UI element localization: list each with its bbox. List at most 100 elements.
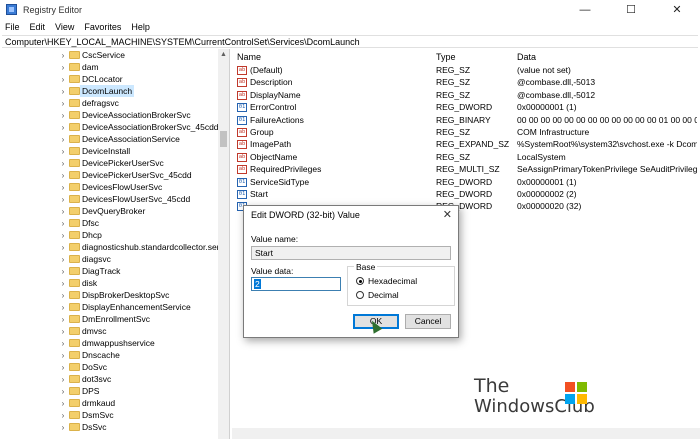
tree-item[interactable]: › DmEnrollmentSvc bbox=[0, 313, 218, 325]
chevron-right-icon[interactable]: › bbox=[59, 291, 67, 300]
chevron-right-icon[interactable]: › bbox=[59, 327, 67, 336]
close-button[interactable]: ✕ bbox=[654, 0, 700, 19]
chevron-right-icon[interactable]: › bbox=[59, 63, 67, 72]
chevron-right-icon[interactable]: › bbox=[59, 99, 67, 108]
value-row[interactable]: ab (Default) REG_SZ (value not set) bbox=[232, 64, 700, 76]
hexadecimal-radio[interactable] bbox=[356, 277, 364, 285]
tree-item[interactable]: › diagnosticshub.standardcollector.servic bbox=[0, 241, 229, 253]
tree-item[interactable]: › DeviceAssociationBrokerSvc_45cdd bbox=[0, 121, 219, 133]
tree-item[interactable]: › disk bbox=[0, 277, 218, 289]
chevron-right-icon[interactable]: › bbox=[59, 255, 67, 264]
tree-item[interactable]: › DeviceAssociationBrokerSvc bbox=[0, 109, 218, 121]
chevron-right-icon[interactable]: › bbox=[59, 171, 67, 180]
tree-item[interactable]: › drmkaud bbox=[0, 397, 218, 409]
tree-item[interactable]: › DevicesFlowUserSvc_45cdd bbox=[0, 193, 218, 205]
menu-view[interactable]: View bbox=[55, 22, 74, 32]
chevron-right-icon[interactable]: › bbox=[59, 231, 67, 240]
chevron-right-icon[interactable]: › bbox=[59, 219, 67, 228]
chevron-right-icon[interactable]: › bbox=[59, 267, 67, 276]
tree-item[interactable]: › dot3svc bbox=[0, 373, 218, 385]
chevron-right-icon[interactable]: › bbox=[59, 147, 67, 156]
tree-item[interactable]: › DevicePickerUserSvc_45cdd bbox=[0, 169, 218, 181]
chevron-right-icon[interactable]: › bbox=[59, 243, 67, 252]
chevron-right-icon[interactable]: › bbox=[59, 315, 67, 324]
tree-item[interactable]: › defragsvc bbox=[0, 97, 218, 109]
tree-item[interactable]: › DevicesFlowUserSvc bbox=[0, 181, 218, 193]
tree-item[interactable]: › Dhcp bbox=[0, 229, 218, 241]
chevron-right-icon[interactable]: › bbox=[59, 399, 67, 408]
tree-item[interactable]: › dam bbox=[0, 61, 218, 73]
chevron-right-icon[interactable]: › bbox=[59, 387, 67, 396]
tree-item[interactable]: › dmwappushservice bbox=[0, 337, 218, 349]
value-row[interactable]: ab DisplayName REG_SZ @combase.dll,-5012 bbox=[232, 89, 700, 101]
value-row[interactable]: 01 ErrorControl REG_DWORD 0x00000001 (1) bbox=[232, 101, 700, 113]
chevron-right-icon[interactable]: › bbox=[59, 423, 67, 432]
chevron-right-icon[interactable]: › bbox=[59, 111, 67, 120]
tree-scrollbar[interactable]: ▲ bbox=[218, 49, 229, 439]
menu-favorites[interactable]: Favorites bbox=[84, 22, 121, 32]
tree-item[interactable]: › DevicePickerUserSvc bbox=[0, 157, 218, 169]
tree-item[interactable]: › DevQueryBroker bbox=[0, 205, 218, 217]
tree-item[interactable]: › DisplayEnhancementService bbox=[0, 301, 218, 313]
folder-icon bbox=[69, 99, 80, 107]
list-horizontal-scrollbar[interactable] bbox=[232, 428, 700, 439]
menu-file[interactable]: File bbox=[5, 22, 20, 32]
tree-item[interactable]: › DsSvc bbox=[0, 421, 218, 433]
tree-item[interactable]: › diagsvc bbox=[0, 253, 218, 265]
chevron-right-icon[interactable]: › bbox=[59, 183, 67, 192]
value-row[interactable]: 01 Start REG_DWORD 0x00000002 (2) bbox=[232, 188, 700, 200]
column-header-name[interactable]: Name bbox=[237, 52, 261, 62]
value-row[interactable]: ab Description REG_SZ @combase.dll,-5013 bbox=[232, 76, 700, 88]
minimize-button[interactable]: — bbox=[562, 0, 608, 19]
chevron-right-icon[interactable]: › bbox=[59, 195, 67, 204]
chevron-right-icon[interactable]: › bbox=[59, 351, 67, 360]
chevron-right-icon[interactable]: › bbox=[59, 375, 67, 384]
decimal-radio[interactable] bbox=[356, 291, 364, 299]
tree-item[interactable]: › DcomLaunch bbox=[0, 85, 218, 97]
tree-item[interactable]: › DPS bbox=[0, 385, 218, 397]
chevron-right-icon[interactable]: › bbox=[59, 279, 67, 288]
value-row[interactable]: 01 FailureActions REG_BINARY 00 00 00 00 00… bbox=[232, 114, 700, 126]
chevron-right-icon[interactable]: › bbox=[59, 303, 67, 312]
column-header-type[interactable]: Type bbox=[436, 52, 456, 62]
string-value-icon: ab bbox=[237, 165, 247, 175]
value-row[interactable]: ab ObjectName REG_SZ LocalSystem bbox=[232, 151, 700, 163]
tree-item[interactable]: › CscService bbox=[0, 49, 218, 61]
chevron-right-icon[interactable]: › bbox=[59, 411, 67, 420]
tree-item[interactable]: › DoSvc bbox=[0, 361, 218, 373]
tree-item[interactable]: › DeviceInstall bbox=[0, 145, 218, 157]
chevron-right-icon[interactable]: › bbox=[59, 159, 67, 168]
chevron-right-icon[interactable]: › bbox=[59, 207, 67, 216]
tree-item[interactable]: › Dfsc bbox=[0, 217, 218, 229]
tree-item[interactable]: › DsmSvc bbox=[0, 409, 218, 421]
scroll-thumb[interactable] bbox=[220, 131, 227, 147]
address-bar[interactable]: Computer\HKEY_LOCAL_MACHINE\SYSTEM\Curre… bbox=[2, 35, 698, 48]
tree-item[interactable]: › dmvsc bbox=[0, 325, 218, 337]
chevron-right-icon[interactable]: › bbox=[59, 135, 67, 144]
menu-edit[interactable]: Edit bbox=[30, 22, 46, 32]
dialog-close-icon[interactable]: ✕ bbox=[443, 208, 452, 221]
value-row[interactable]: 01 ServiceSidType REG_DWORD 0x00000001 (1) bbox=[232, 176, 700, 188]
tree-item[interactable]: › DiagTrack bbox=[0, 265, 218, 277]
value-row[interactable]: ab ImagePath REG_EXPAND_SZ %SystemRoot%\sys… bbox=[232, 138, 700, 150]
hexadecimal-label[interactable]: Hexadecimal bbox=[368, 276, 417, 286]
cancel-button[interactable]: Cancel bbox=[405, 314, 451, 329]
tree-item[interactable]: › Dnscache bbox=[0, 349, 218, 361]
tree-item[interactable]: › DCLocator bbox=[0, 73, 218, 85]
decimal-label[interactable]: Decimal bbox=[368, 290, 399, 300]
column-header-data[interactable]: Data bbox=[517, 52, 536, 62]
menu-help[interactable]: Help bbox=[131, 22, 150, 32]
value-data-input[interactable]: 2 bbox=[251, 277, 341, 291]
chevron-right-icon[interactable]: › bbox=[59, 339, 67, 348]
value-row[interactable]: ab Group REG_SZ COM Infrastructure bbox=[232, 126, 700, 138]
tree-item[interactable]: › DispBrokerDesktopSvc bbox=[0, 289, 218, 301]
scroll-up-arrow-icon[interactable]: ▲ bbox=[218, 49, 229, 61]
value-row[interactable]: ab RequiredPrivileges REG_MULTI_SZ SeAssign… bbox=[232, 163, 700, 175]
chevron-right-icon[interactable]: › bbox=[59, 363, 67, 372]
tree-item[interactable]: › DeviceAssociationService bbox=[0, 133, 218, 145]
maximize-button[interactable]: ☐ bbox=[608, 0, 654, 19]
chevron-right-icon[interactable]: › bbox=[59, 87, 67, 96]
chevron-right-icon[interactable]: › bbox=[59, 123, 67, 132]
chevron-right-icon[interactable]: › bbox=[59, 51, 67, 60]
chevron-right-icon[interactable]: › bbox=[59, 75, 67, 84]
